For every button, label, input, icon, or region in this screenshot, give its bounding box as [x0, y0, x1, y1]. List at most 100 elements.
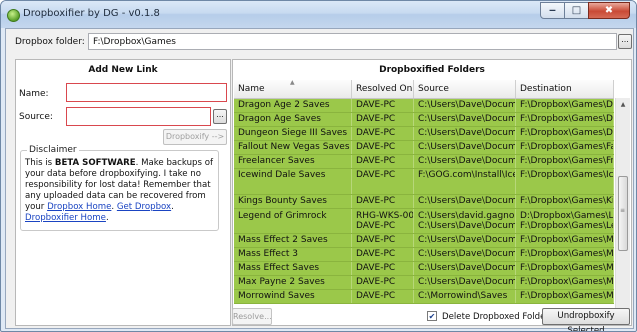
- table-row[interactable]: Mass Effect 2 Saves DAVE-PC C:\Users\Dave\…: [234, 234, 614, 248]
- delete-dropboxed-folder-checkbox[interactable]: ✔: [427, 311, 437, 321]
- row-destination-cell: F:\Dropbox\Games\Dungeon: [516, 127, 614, 140]
- dropboxify-button[interactable]: Dropboxify -->: [163, 129, 227, 145]
- grid-header: ▲ Name Resolved On Source Destination: [234, 80, 614, 99]
- add-new-link-panel: Add New Link Name: Source: ... Dropboxif…: [15, 59, 231, 326]
- name-input[interactable]: [66, 83, 227, 102]
- row-source-cell: C:\Users\Dave\Documents: [414, 155, 516, 168]
- row-destination-cell: F:\Dropbox\Games\Mass: [516, 248, 614, 261]
- table-row[interactable]: Max Payne 2 Saves DAVE-PC C:\Users\Dave\Do…: [234, 276, 614, 290]
- row-destination-cell: F:\Dropbox\Games\Max P: [516, 276, 614, 289]
- minimize-button[interactable]: ‒: [540, 2, 565, 19]
- row-source-cell: F:\GOG.com\Install\Icewind: [414, 169, 516, 194]
- app-icon: [7, 9, 20, 22]
- close-button[interactable]: ✖: [588, 2, 630, 19]
- disclaimer-bold: BETA SOFTWARE: [54, 158, 136, 168]
- dropboxified-folders-panel: Dropboxified Folders ▲ Name Resolved On S…: [232, 59, 632, 326]
- row-destination-cell: F:\Dropbox\Games\Icewind: [516, 169, 614, 194]
- row-source-cell: C:\Users\Dave\Documents: [414, 113, 516, 126]
- grid-body: Dragon Age 2 Saves DAVE-PC C:\Users\Dave\D…: [234, 99, 614, 304]
- title-bar[interactable]: Dropboxifier by DG - v0.1.8 ‒ □ ✖: [1, 1, 636, 28]
- row-resolved-cell: DAVE-PC: [352, 169, 414, 194]
- add-new-link-title: Add New Link: [88, 65, 158, 75]
- row-resolved-cell: DAVE-PC: [352, 248, 414, 261]
- maximize-button[interactable]: □: [564, 2, 589, 19]
- column-header-source[interactable]: Source: [414, 80, 516, 98]
- row-resolved-cell: DAVE-PC: [352, 262, 414, 275]
- table-row[interactable]: Mass Effect Saves DAVE-PC C:\Users\Dave\Do…: [234, 262, 614, 276]
- row-resolved-cell: DAVE-PC: [352, 234, 414, 247]
- scroll-up-icon[interactable]: ▲: [616, 98, 630, 112]
- row-source-cell: C:\Users\Dave\Documents: [414, 127, 516, 140]
- row-name-cell: Morrowind Saves: [234, 290, 352, 303]
- table-row[interactable]: Mass Effect 3DAVE-PCC:\Users\Dave\Docume…: [234, 248, 614, 262]
- row-source-cell: C:\Morrowind\Saves: [414, 290, 516, 303]
- table-row[interactable]: Kings Bounty Saves DAVE-PC C:\Users\Dave\D…: [234, 195, 614, 209]
- window-controls: ‒ □ ✖: [540, 2, 630, 19]
- table-row[interactable]: Fallout New Vegas Saves DAVE-PC C:\Users\D…: [234, 141, 614, 155]
- row-destination-cell: D:\Dropbox\Games\Legend F:\Dropbox\Games…: [516, 209, 614, 233]
- row-resolved-cell: RHG-WKS-001 DAVE-PC: [352, 209, 414, 233]
- row-source-cell: C:\Users\Dave\Documents: [414, 276, 516, 289]
- row-name-cell: Mass Effect Saves: [234, 262, 352, 275]
- table-row[interactable]: Dragon Age Saves DAVE-PC C:\Users\Dave\Doc…: [234, 113, 614, 127]
- row-source-cell: C:\Users\Dave\Documents: [414, 262, 516, 275]
- column-header-resolved-on[interactable]: Resolved On: [352, 80, 414, 98]
- column-header-name-label: Name: [238, 84, 265, 94]
- row-source-cell: C:\Users\Dave\Documents: [414, 99, 516, 112]
- row-resolved-cell: DAVE-PC: [352, 127, 414, 140]
- undropboxify-selected-button[interactable]: Undropboxify Selected: [542, 308, 630, 331]
- disclaimer-text-1: This is: [25, 158, 55, 168]
- row-resolved-cell: DAVE-PC: [352, 155, 414, 168]
- row-destination-cell: F:\Dropbox\Games\Morrowind: [516, 290, 614, 303]
- dropboxifier-home-link[interactable]: Dropboxifier Home: [25, 213, 106, 223]
- table-row[interactable]: Morrowind Saves DAVE-PC C:\Morrowind\Saves…: [234, 290, 614, 304]
- row-name-cell: Freelancer Saves: [234, 155, 352, 168]
- table-row[interactable]: Legend of Grimrock RHG-WKS-001 DAVE-PC C:\…: [234, 209, 614, 234]
- row-destination-cell: F:\Dropbox\Games\Dragon: [516, 113, 614, 126]
- row-resolved-cell: DAVE-PC: [352, 99, 414, 112]
- row-source-cell: C:\Users\Dave\Documents: [414, 195, 516, 208]
- column-header-name[interactable]: ▲ Name: [234, 80, 352, 98]
- source-input[interactable]: [66, 107, 211, 126]
- row-name-cell: Kings Bounty Saves: [234, 195, 352, 208]
- dropbox-folder-bar: Dropbox folder: F:\Dropbox\Games ...: [6, 29, 633, 56]
- check-icon: ✔: [428, 312, 436, 321]
- disclaimer-sep-2: .: [171, 202, 174, 212]
- column-header-destination[interactable]: Destination: [516, 80, 614, 98]
- scroll-thumb[interactable]: ≡: [618, 176, 628, 251]
- dropbox-folder-field[interactable]: F:\Dropbox\Games: [88, 33, 617, 50]
- table-row[interactable]: Dragon Age 2 Saves DAVE-PC C:\Users\Dave\D…: [234, 99, 614, 113]
- table-row[interactable]: Freelancer Saves DAVE-PC C:\Users\Dave\Doc…: [234, 155, 614, 169]
- row-resolved-cell: DAVE-PC: [352, 290, 414, 303]
- disclaimer-box: Disclaimer This is BETA SOFTWARE. Make b…: [20, 145, 219, 231]
- grip-icon: ≡: [620, 207, 626, 214]
- row-destination-cell: F:\Dropbox\Games\Mass: [516, 234, 614, 247]
- dropboxified-folders-title: Dropboxified Folders: [379, 65, 485, 75]
- dropbox-folder-label: Dropbox folder:: [15, 37, 85, 47]
- table-row[interactable]: Dungeon Siege III Saves DAVE-PC C:\Users\D…: [234, 127, 614, 141]
- get-dropbox-link[interactable]: Get Dropbox: [117, 202, 171, 212]
- row-name-cell: Mass Effect 2 Saves: [234, 234, 352, 247]
- row-destination-cell: F:\Dropbox\Games\Freelancer: [516, 155, 614, 168]
- dropbox-home-link[interactable]: Dropbox Home: [47, 202, 111, 212]
- row-name-cell: Icewind Dale Saves: [234, 169, 352, 194]
- row-resolved-cell: DAVE-PC: [352, 195, 414, 208]
- table-row[interactable]: Icewind Dale Saves DAVE-PC F:\GOG.com\Inst…: [234, 169, 614, 195]
- row-name-cell: Mass Effect 3: [234, 248, 352, 261]
- vertical-scrollbar[interactable]: ▲ ≡ ▼: [615, 98, 630, 324]
- browse-dropbox-folder-button[interactable]: ...: [618, 34, 632, 49]
- row-resolved-cell: DAVE-PC: [352, 113, 414, 126]
- resolve-button[interactable]: Resolve...: [232, 308, 272, 325]
- row-name-cell: Max Payne 2 Saves: [234, 276, 352, 289]
- folders-grid: ▲ Name Resolved On Source Destination Dra…: [234, 80, 614, 331]
- row-source-cell: C:\Users\Dave\Documents: [414, 234, 516, 247]
- source-label: Source:: [19, 112, 53, 122]
- name-label: Name:: [19, 89, 49, 99]
- row-name-cell: Dragon Age Saves: [234, 113, 352, 126]
- browse-source-button[interactable]: ...: [213, 109, 227, 124]
- disclaimer-legend: Disclaimer: [27, 145, 79, 155]
- row-source-cell: C:\Users\Dave\Documents: [414, 141, 516, 154]
- delete-dropboxed-folder-label: Delete Dropboxed Folder: [442, 312, 549, 322]
- row-resolved-cell: DAVE-PC: [352, 276, 414, 289]
- row-destination-cell: F:\Dropbox\Games\Kings: [516, 195, 614, 208]
